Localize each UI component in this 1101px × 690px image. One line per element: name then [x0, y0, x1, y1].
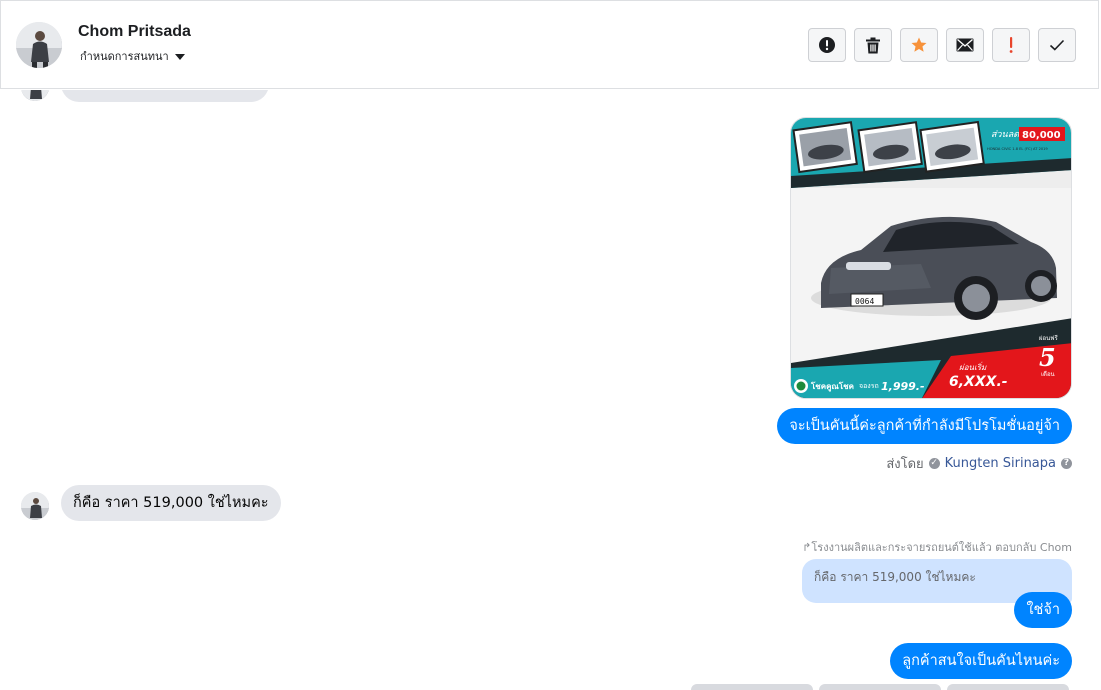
sent-by-line: ส่งโดย ✓ Kungten Sirinapa ?	[886, 453, 1072, 474]
plate-text: 0064	[855, 297, 874, 306]
thumbnail[interactable]	[691, 684, 813, 690]
incoming-message-price-question[interactable]: ก็คือ ราคา 519,000 ใช่ไหมคะ	[61, 485, 281, 521]
reply-arrow-icon: ↱	[802, 541, 812, 554]
contact-avatar-small	[21, 90, 49, 101]
booking-value: 1,999.-	[881, 380, 925, 393]
contact-avatar-small[interactable]	[21, 492, 49, 520]
mark-done-button[interactable]	[1038, 28, 1076, 62]
discount-label: ส่วนลด	[991, 130, 1020, 140]
alert-circle-icon	[819, 37, 835, 53]
sent-by-label: ส่งโดย	[886, 457, 924, 472]
contact-photo-icon	[16, 22, 62, 68]
help-icon[interactable]: ?	[1061, 458, 1072, 469]
free-label: ผ่อนฟรี	[1039, 334, 1058, 342]
caret-down-icon	[174, 53, 185, 60]
thumbnail[interactable]	[947, 684, 1069, 690]
outgoing-message-yes[interactable]: ใช่จ้า	[1014, 592, 1072, 628]
mark-spam-button[interactable]	[808, 28, 846, 62]
verified-check-icon: ✓	[928, 458, 940, 469]
envelope-icon	[956, 38, 974, 52]
down-value: 6,XXX.-	[949, 374, 1008, 390]
discount-value: 80,000	[1022, 130, 1061, 141]
brand-text: โชคคูณโชค	[810, 381, 854, 392]
thumbnail[interactable]	[819, 684, 941, 690]
check-icon	[1049, 39, 1065, 51]
conversation-header: Chom Pritsada กำหนดการสนทนา	[0, 0, 1099, 89]
reply-meta-text: โรงงานผลิตและกระจายรถยนต์ใช้แล้ว ตอบกลับ…	[811, 541, 1072, 554]
down-label: ผ่อนเริ่ม	[959, 361, 987, 372]
message-thread[interactable]: ส่วนลด 80,000 HONDA CIVIC 1.8 EL (FC) AT…	[0, 90, 1101, 690]
reply-context: ↱โรงงานผลิตและกระจายรถยนต์ใช้แล้ว ตอบกลั…	[802, 538, 1072, 556]
header-actions	[808, 28, 1076, 62]
attachment-thumbnails	[691, 684, 1069, 690]
follow-up-button[interactable]	[992, 28, 1030, 62]
mark-unread-button[interactable]	[946, 28, 984, 62]
trash-icon	[866, 37, 880, 53]
exclamation-icon	[1009, 37, 1013, 53]
booking-label: จองรถ	[859, 382, 879, 390]
free-months: 5	[1039, 343, 1056, 372]
contact-avatar[interactable]	[16, 22, 62, 68]
delete-button[interactable]	[854, 28, 892, 62]
contact-photo-icon	[21, 492, 49, 520]
car-ad-graphic: ส่วนลด 80,000 HONDA CIVIC 1.8 EL (FC) AT…	[791, 118, 1071, 398]
contact-photo-icon	[21, 90, 49, 101]
assign-conversation-dropdown[interactable]: กำหนดการสนทนา	[80, 47, 185, 65]
months-label: เดือน	[1041, 370, 1055, 378]
model-text: HONDA CIVIC 1.8 EL (FC) AT 2019	[987, 147, 1048, 151]
outgoing-message-promo[interactable]: จะเป็นคันนี้ค่ะลูกค้าที่กำลังมีโปรโมชั่น…	[777, 408, 1072, 444]
previous-message-bubble	[61, 90, 269, 102]
outgoing-message-which-car[interactable]: ลูกค้าสนใจเป็นคันไหนค่ะ	[890, 643, 1072, 679]
assign-label: กำหนดการสนทนา	[80, 50, 169, 63]
star-icon	[911, 37, 927, 52]
car-promo-image[interactable]: ส่วนลด 80,000 HONDA CIVIC 1.8 EL (FC) AT…	[790, 117, 1072, 399]
contact-name[interactable]: Chom Pritsada	[78, 23, 191, 41]
sent-by-agent-link[interactable]: Kungten Sirinapa	[945, 456, 1056, 471]
star-button[interactable]	[900, 28, 938, 62]
